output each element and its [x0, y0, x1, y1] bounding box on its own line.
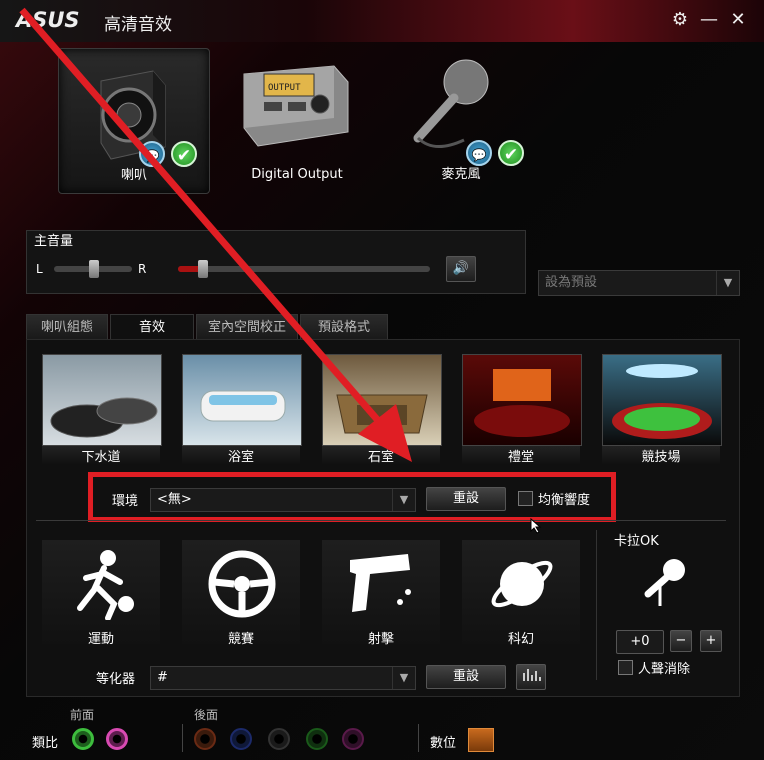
- red-arrow-annotation: [19, 7, 412, 462]
- mouse-cursor-icon: [530, 518, 542, 534]
- app-window: ASUS 高清音效 ⚙ — ✕ 💬 ✔ 喇叭 OUTPUT Digital Ou…: [0, 0, 764, 760]
